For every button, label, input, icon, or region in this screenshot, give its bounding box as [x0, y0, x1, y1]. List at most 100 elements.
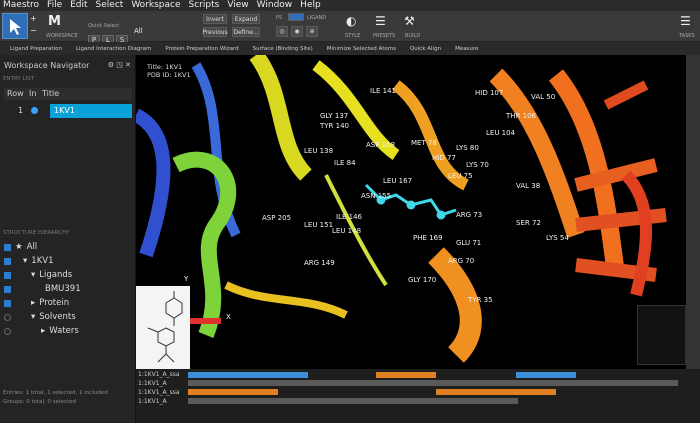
visibility-icon[interactable]	[4, 285, 11, 293]
favorites-bar: Ligand Preparation Ligand Interaction Di…	[0, 42, 700, 55]
seq-helix-bar	[516, 372, 576, 378]
tree-ligands[interactable]: ▾ Ligands	[4, 270, 72, 280]
tree-protein[interactable]: ▸ Protein	[4, 298, 69, 308]
seq-strand-bar	[376, 372, 436, 378]
visibility-icon[interactable]	[4, 243, 11, 251]
residue-labels: HID 107 ILE 141 VAL 50 GLY 137 TYR 140 L…	[262, 87, 569, 304]
invert-button[interactable]: Invert	[203, 14, 227, 24]
ps-toggle[interactable]	[288, 13, 304, 21]
label-arg149: ARG 149	[304, 259, 335, 267]
view-thumbnail[interactable]	[637, 305, 686, 365]
ps-label: PS	[276, 15, 283, 21]
cursor-arrow-icon	[10, 19, 21, 35]
workspace-mode-label: WORKSPACE	[46, 33, 78, 39]
visibility-icon[interactable]	[4, 327, 11, 335]
visibility-icon[interactable]	[4, 257, 11, 265]
define-button[interactable]: Define...	[232, 27, 260, 37]
ligand-structure-icon	[147, 291, 183, 363]
axis-y-label: Y	[183, 275, 189, 283]
view-icon-2[interactable]: ◉	[291, 26, 303, 37]
label-lys70: LYS 70	[466, 161, 489, 169]
menu-file[interactable]: File	[47, 0, 62, 11]
menu-edit[interactable]: Edit	[70, 0, 87, 11]
select-tool-button[interactable]	[2, 13, 28, 39]
build-icon[interactable]: ⚒	[404, 14, 415, 28]
previous-button[interactable]: Previous	[202, 27, 228, 37]
label-lys80: LYS 80	[456, 144, 479, 152]
presets-icon[interactable]: ☰	[375, 14, 386, 28]
menu-window[interactable]: Window	[257, 0, 293, 11]
minus-icon[interactable]: −	[30, 26, 37, 35]
pdb-id-line: PDB ID: 1KV1	[147, 71, 191, 79]
row-number: 1	[18, 106, 24, 115]
shortcut-ligand-prep[interactable]: Ligand Preparation	[10, 46, 62, 52]
tree-waters[interactable]: ▸ Waters	[4, 326, 79, 336]
visibility-icon[interactable]	[4, 271, 11, 279]
label-ile141: ILE 141	[370, 87, 396, 95]
workspace-viewport[interactable]: Y X HID 107 ILE 141 VAL 50 GLY 137 TYR 1…	[136, 55, 700, 369]
menu-maestro[interactable]: Maestro	[3, 0, 39, 11]
tree-solvents-label: Solvents	[39, 312, 76, 322]
plus-icon[interactable]: +	[30, 14, 37, 23]
tree-bmu391[interactable]: BMU391	[4, 284, 81, 294]
build-label: BUILD	[405, 33, 421, 39]
label-ile146: ILE 146	[336, 213, 363, 221]
view-icon-1[interactable]: ◎	[276, 26, 288, 37]
tree-all[interactable]: ★ All	[4, 242, 37, 252]
navigator-controls[interactable]: ⚙ ◳ ✕	[108, 61, 131, 69]
included-indicator[interactable]	[31, 107, 38, 114]
label-leu167: LEU 167	[383, 177, 412, 185]
col-in[interactable]: In	[29, 89, 36, 98]
col-row[interactable]: Row	[7, 89, 24, 98]
menu-view[interactable]: View	[227, 0, 248, 11]
shortcut-measure[interactable]: Measure	[455, 46, 478, 52]
navigator-status: Entries: 1 total, 1 selected, 1 included…	[3, 389, 108, 407]
expand-button[interactable]: Expand	[232, 14, 260, 24]
label-hid77: HID 77	[432, 154, 456, 162]
label-met78: MET 78	[411, 139, 437, 147]
expand-arrow-icon: ▾	[31, 312, 36, 322]
right-side-strip[interactable]	[686, 55, 700, 423]
shortcut-protein-prep[interactable]: Protein Preparation Wizard	[165, 46, 238, 52]
menu-select[interactable]: Select	[96, 0, 124, 11]
entries-status: Entries: 1 total, 1 selected, 1 included	[3, 390, 108, 396]
menu-scripts[interactable]: Scripts	[189, 0, 220, 11]
seq-residues-bar	[188, 398, 518, 404]
ligand-2d-sketch[interactable]	[136, 286, 190, 369]
expand-arrow-icon: ▾	[31, 270, 36, 280]
label-leu75: LEU 75	[448, 172, 473, 180]
tree-entry-label: 1KV1	[31, 256, 54, 266]
col-title[interactable]: Title	[42, 89, 59, 98]
m-mode-icon[interactable]: M	[48, 14, 61, 29]
label-leu151: LEU 151	[304, 221, 333, 229]
shortcut-ligand-interaction[interactable]: Ligand Interaction Diagram	[76, 46, 151, 52]
menu-workspace[interactable]: Workspace	[131, 0, 180, 11]
entry-row[interactable]: 1 1KV1	[4, 104, 132, 118]
tree-solvents[interactable]: ▾ Solvents	[4, 312, 76, 322]
menu-help[interactable]: Help	[300, 0, 321, 11]
visibility-icon[interactable]	[4, 313, 11, 321]
seq-row-label: 1:1KV1_A_ssa	[138, 371, 180, 378]
expand-arrow-icon: ▾	[23, 256, 28, 266]
shortcut-quick-align[interactable]: Quick Align	[410, 46, 441, 52]
view-icon-3[interactable]: ⊕	[306, 26, 318, 37]
style-icon[interactable]: ◐	[346, 14, 356, 28]
collapse-arrow-icon: ▸	[41, 326, 46, 336]
star-icon: ★	[15, 242, 23, 252]
seq-strand-bar	[436, 389, 556, 395]
shortcut-minimize[interactable]: Minimize Selected Atoms	[327, 46, 396, 52]
label-hid107: HID 107	[475, 89, 503, 97]
sequence-viewer[interactable]: 1:1KV1_A_ssa 1:1KV1_A 1:1KV1_A_ssa 1:1KV…	[136, 369, 700, 423]
tree-waters-label: Waters	[49, 326, 79, 336]
label-ser72: SER 72	[516, 219, 541, 227]
entry-title[interactable]: 1KV1	[50, 104, 132, 118]
visibility-icon[interactable]	[4, 299, 11, 307]
seq-residues-bar	[188, 380, 678, 386]
tasks-icon[interactable]: ☰	[680, 14, 691, 28]
tasks-label: TASKS	[679, 33, 695, 39]
ligand-label: LIGAND	[307, 15, 327, 21]
label-gly137: GLY 137	[320, 112, 348, 120]
tree-entry[interactable]: ▾ 1KV1	[4, 256, 54, 266]
select-all-button[interactable]: All	[134, 27, 143, 35]
shortcut-surface[interactable]: Surface (Binding Site)	[253, 46, 313, 52]
